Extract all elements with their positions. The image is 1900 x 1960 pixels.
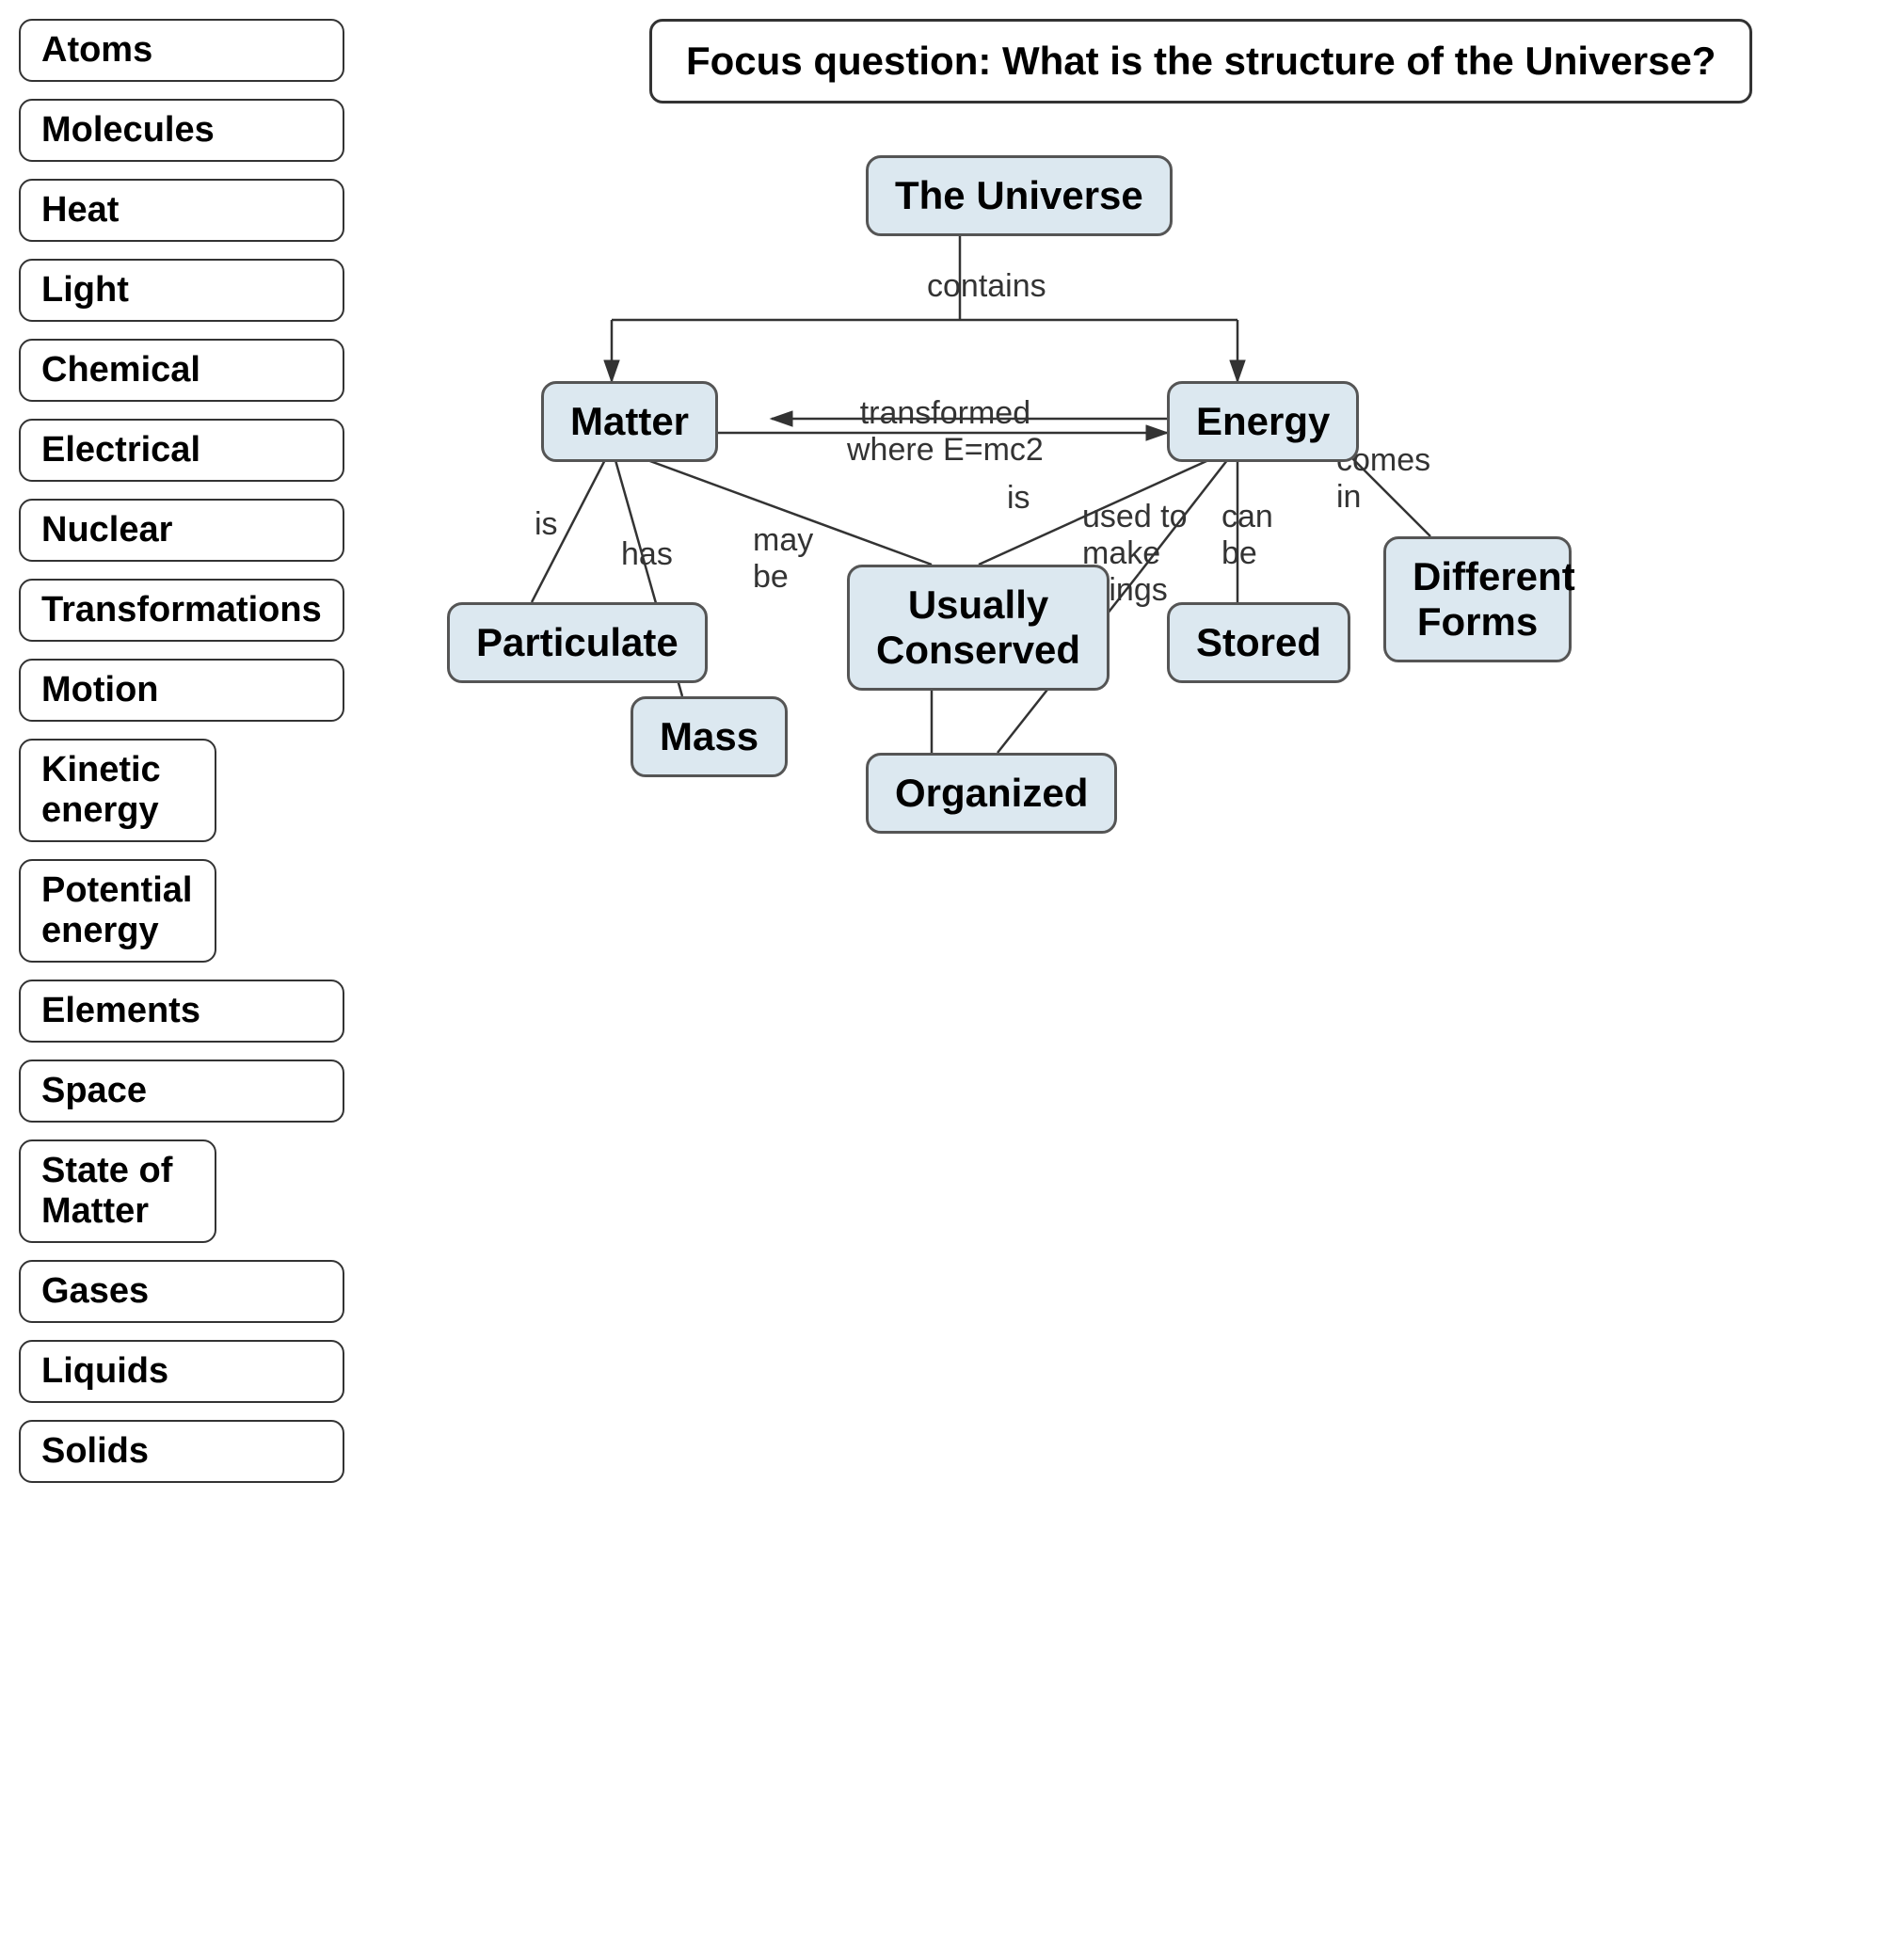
- node-universe[interactable]: The Universe: [866, 155, 1173, 236]
- sidebar-item-potential-energy[interactable]: Potentialenergy: [19, 859, 216, 963]
- node-stored[interactable]: Stored: [1167, 602, 1350, 683]
- node-matter[interactable]: Matter: [541, 381, 718, 462]
- node-different-forms[interactable]: DifferentForms: [1383, 536, 1572, 662]
- label-energy-can-be: canbe: [1221, 499, 1273, 572]
- sidebar-item-state-of-matter[interactable]: State ofMatter: [19, 1139, 216, 1243]
- sidebar-item-motion[interactable]: Motion: [19, 659, 344, 722]
- sidebar-item-kinetic-energy[interactable]: Kineticenergy: [19, 739, 216, 842]
- sidebar-item-transformations[interactable]: Transformations: [19, 579, 344, 642]
- label-transformed: transformedwhere E=mc2: [847, 395, 1044, 469]
- sidebar-item-heat[interactable]: Heat: [19, 179, 344, 242]
- sidebar-item-nuclear[interactable]: Nuclear: [19, 499, 344, 562]
- sidebar-item-chemical[interactable]: Chemical: [19, 339, 344, 402]
- sidebar-item-molecules[interactable]: Molecules: [19, 99, 344, 162]
- sidebar-item-liquids[interactable]: Liquids: [19, 1340, 344, 1403]
- diagram-area: Focus question: What is the structure of…: [395, 9, 1863, 856]
- sidebar-item-electrical[interactable]: Electrical: [19, 419, 344, 482]
- node-mass[interactable]: Mass: [631, 696, 788, 777]
- label-matter-is: is: [535, 506, 558, 543]
- sidebar: Atoms Molecules Heat Light Chemical Elec…: [19, 19, 344, 1483]
- sidebar-item-elements[interactable]: Elements: [19, 980, 344, 1043]
- sidebar-item-atoms[interactable]: Atoms: [19, 19, 344, 82]
- sidebar-item-space[interactable]: Space: [19, 1060, 344, 1123]
- label-contains: contains: [927, 268, 1046, 305]
- sidebar-item-light[interactable]: Light: [19, 259, 344, 322]
- sidebar-item-solids[interactable]: Solids: [19, 1420, 344, 1483]
- sidebar-item-gases[interactable]: Gases: [19, 1260, 344, 1323]
- node-energy[interactable]: Energy: [1167, 381, 1359, 462]
- node-organized[interactable]: Organized: [866, 753, 1117, 834]
- label-matter-has: has: [621, 536, 673, 573]
- focus-question-box: Focus question: What is the structure of…: [649, 19, 1752, 104]
- label-matter-may-be: maybe: [753, 522, 813, 596]
- node-usually-conserved[interactable]: UsuallyConserved: [847, 565, 1110, 691]
- node-particulate[interactable]: Particulate: [447, 602, 708, 683]
- label-energy-is1: is: [1007, 480, 1030, 517]
